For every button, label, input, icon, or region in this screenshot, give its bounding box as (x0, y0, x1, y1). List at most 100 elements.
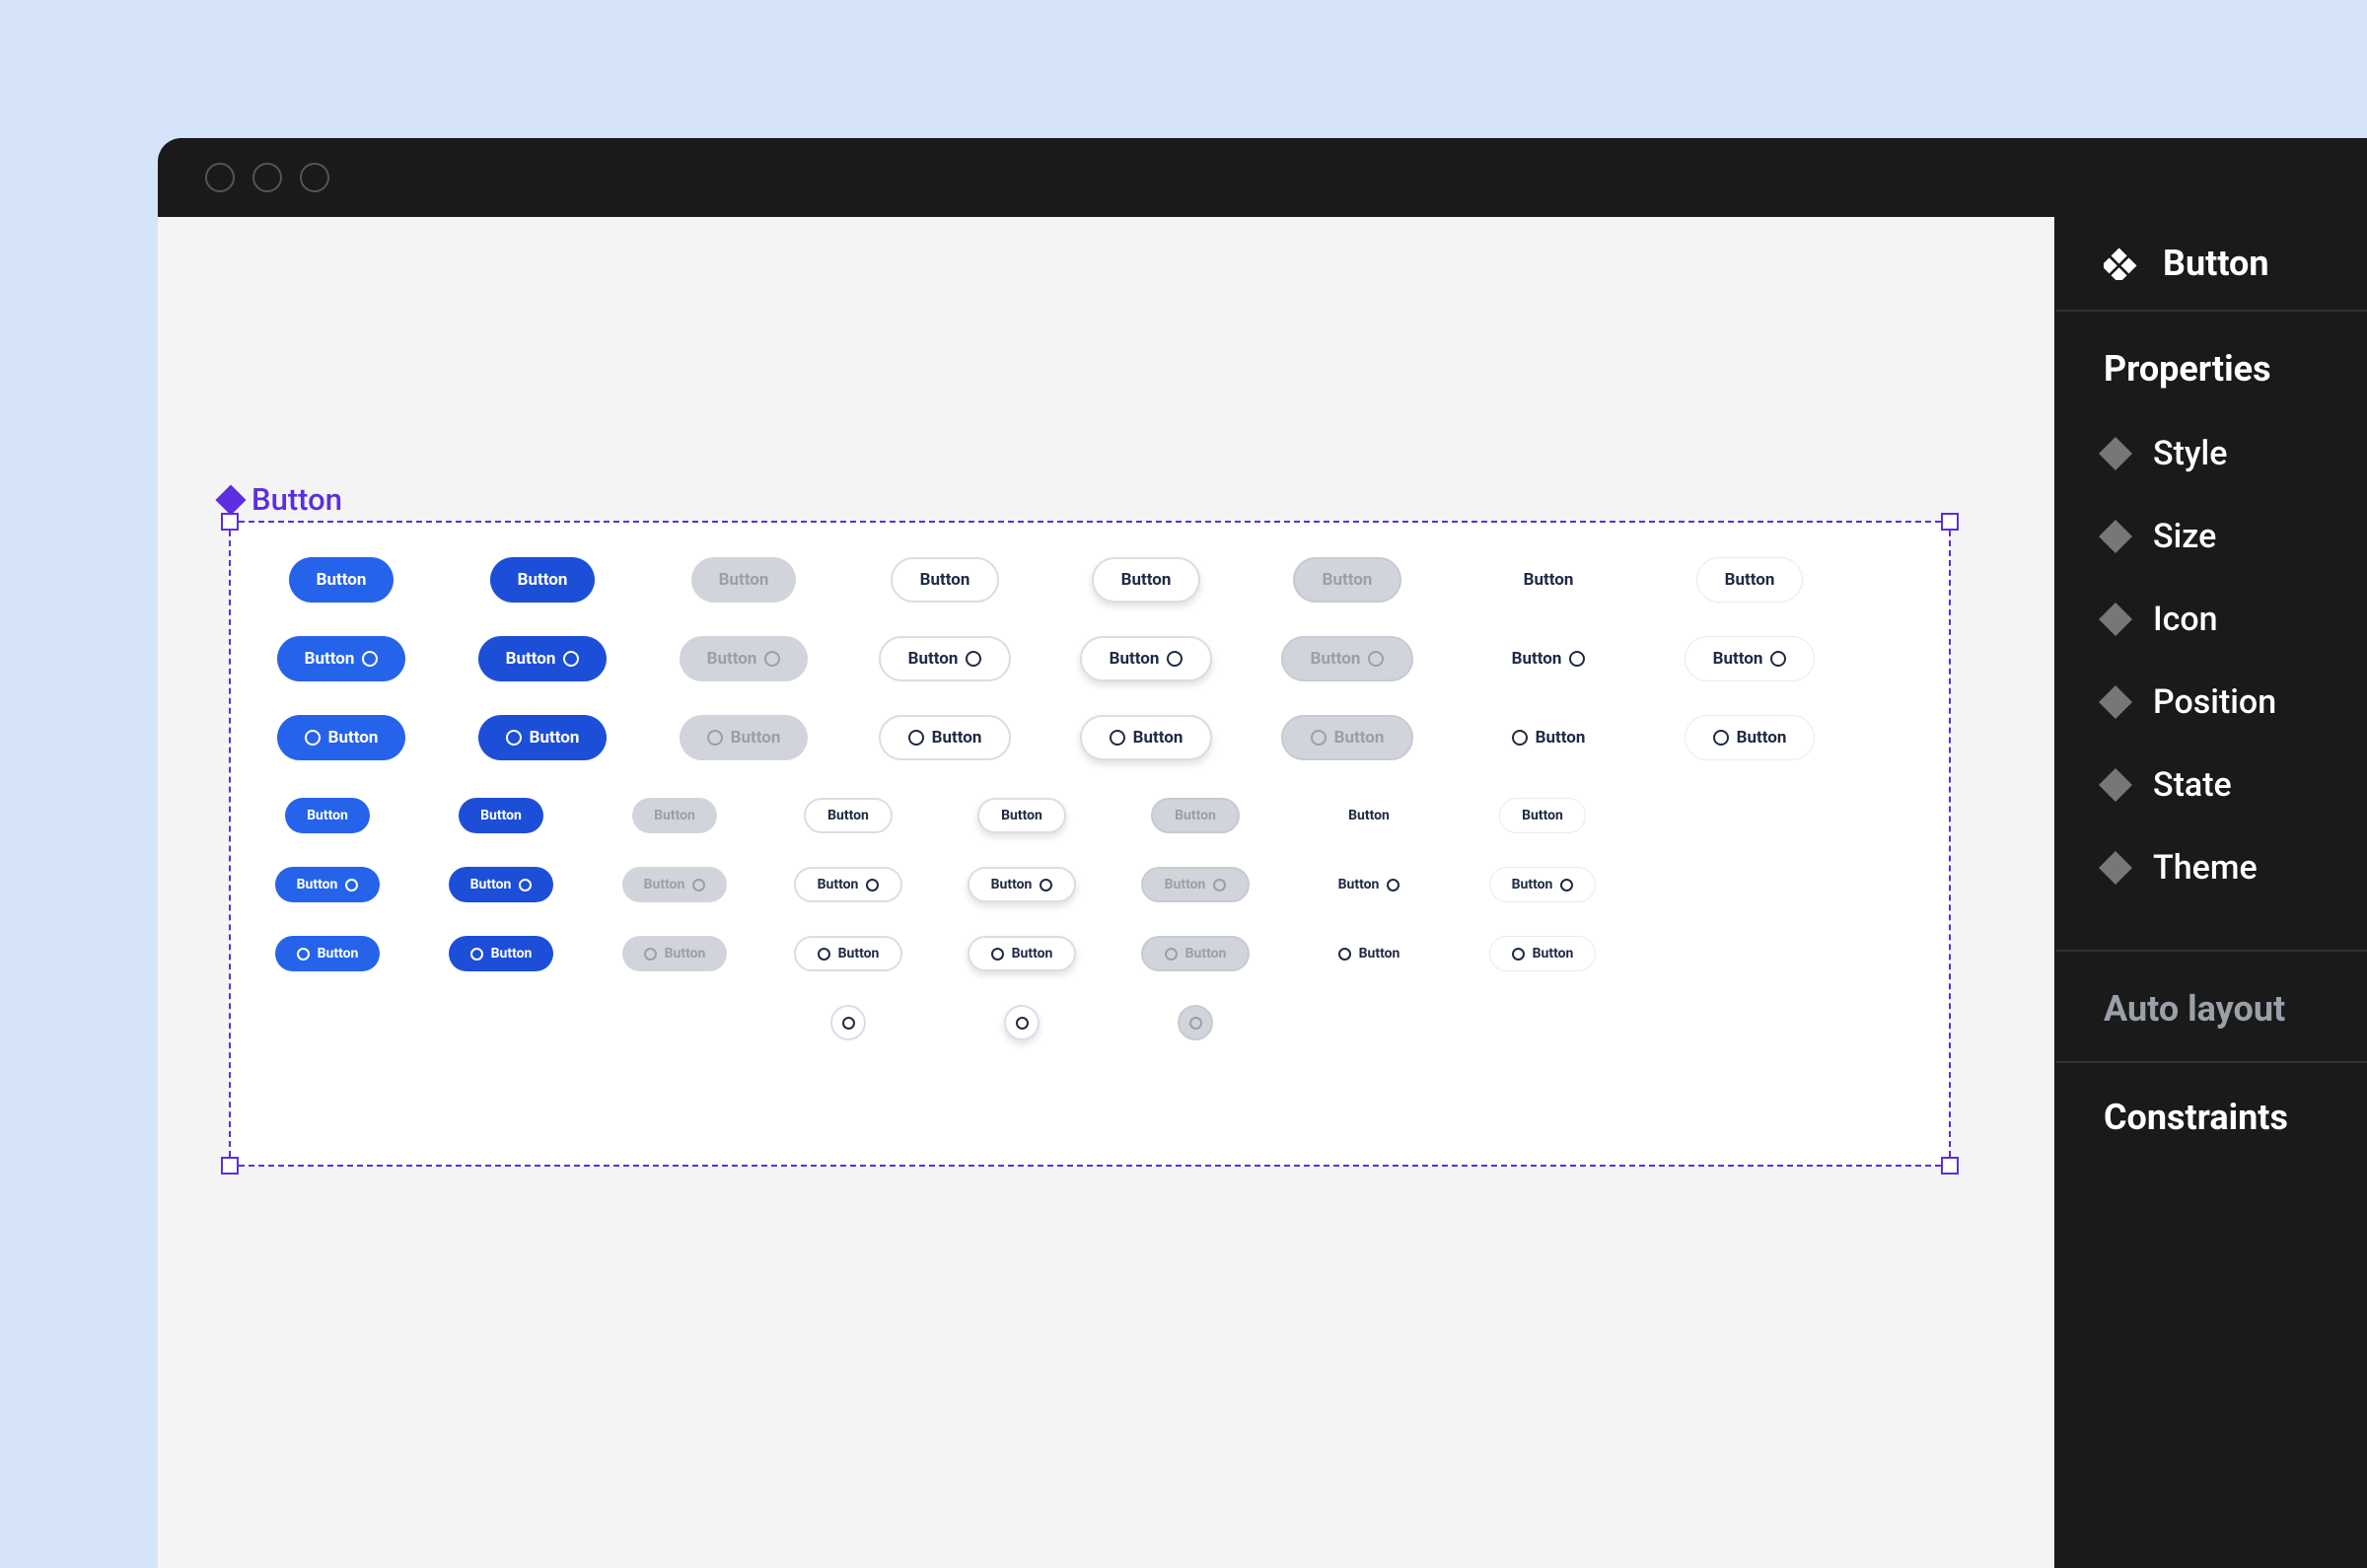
variant-button[interactable]: Button (478, 636, 608, 681)
button-label: Button (818, 877, 859, 892)
placeholder-icon (1770, 651, 1786, 667)
button-label: Button (1725, 570, 1775, 590)
variant-button[interactable]: Button (1141, 936, 1251, 971)
placeholder-icon (1713, 730, 1729, 746)
variant-button[interactable]: Button (968, 867, 1077, 902)
placeholder-icon (345, 879, 358, 891)
variant-button[interactable]: Button (804, 798, 893, 833)
variant-button[interactable]: Button (680, 636, 809, 681)
variant-button[interactable]: Button (1080, 715, 1213, 760)
variant-button[interactable]: Button (977, 798, 1066, 833)
window-minimize-button[interactable] (252, 163, 282, 192)
variant-button[interactable]: Button (289, 557, 394, 603)
variant-button[interactable]: Button (1281, 715, 1414, 760)
variant-button[interactable]: Button (1293, 557, 1402, 603)
button-label: Button (518, 570, 568, 590)
button-label: Button (491, 946, 533, 962)
variant-button[interactable] (1004, 1005, 1040, 1040)
variant-button[interactable]: Button (277, 715, 406, 760)
button-label: Button (920, 570, 970, 590)
variant-icon (2099, 603, 2132, 636)
selection-frame[interactable]: Button Button Button Button Button Button Butt… (229, 521, 1951, 1167)
window-close-button[interactable] (205, 163, 235, 192)
auto-layout-section-header: Auto layout + (2056, 952, 2367, 1049)
variant-button[interactable]: Button (1484, 636, 1614, 681)
button-label: Button (1512, 877, 1553, 892)
placeholder-icon (1338, 948, 1351, 961)
variant-button[interactable]: Button (1327, 798, 1411, 833)
selection-handle-top-right[interactable] (1941, 513, 1959, 531)
variant-button[interactable]: Button (449, 936, 554, 971)
placeholder-icon (297, 948, 310, 961)
variant-button[interactable]: Button (680, 715, 809, 760)
variant-button[interactable]: Button (1317, 867, 1422, 902)
placeholder-icon (966, 651, 981, 667)
variant-button[interactable] (830, 1005, 866, 1040)
placeholder-icon (1213, 879, 1226, 891)
placeholder-icon (991, 948, 1004, 961)
variant-button[interactable]: Button (891, 557, 1000, 603)
variant-button[interactable]: Button (691, 557, 797, 603)
variant-button[interactable]: Button (1317, 936, 1422, 971)
button-label: Button (644, 877, 685, 892)
property-row[interactable]: StateDisabled, Restin... (2104, 745, 2367, 825)
property-row[interactable]: SizeMedium, Small (2104, 496, 2367, 577)
placeholder-icon (1165, 948, 1178, 961)
variant-button[interactable]: Button (879, 636, 1012, 681)
property-row[interactable]: StylePrimary, second... (2104, 413, 2367, 494)
variant-button[interactable]: Button (275, 936, 381, 971)
variant-button[interactable]: Button (794, 867, 903, 902)
variant-button[interactable]: Button (1092, 557, 1201, 603)
selection-handle-bottom-right[interactable] (1941, 1157, 1959, 1175)
variant-button[interactable]: Button (285, 798, 370, 833)
variant-button[interactable] (1178, 1005, 1213, 1040)
placeholder-icon (1110, 730, 1125, 746)
variant-button[interactable]: Button (622, 867, 728, 902)
selection-handle-top-left[interactable] (221, 513, 239, 531)
variant-button[interactable]: Button (1685, 636, 1816, 681)
variant-button[interactable]: Button (794, 936, 903, 971)
variant-button[interactable]: Button (275, 867, 381, 902)
variant-button[interactable]: Button (1151, 798, 1240, 833)
placeholder-icon (1560, 879, 1573, 891)
variant-button[interactable]: Button (449, 867, 554, 902)
selection-handle-bottom-left[interactable] (221, 1157, 239, 1175)
variant-button[interactable]: Button (490, 557, 596, 603)
button-label: Button (317, 570, 367, 590)
button-label: Button (307, 808, 348, 823)
button-label: Button (707, 649, 757, 669)
variant-button[interactable]: Button (1489, 936, 1597, 971)
canvas[interactable]: Button ButtonButtonButtonButtonButtonBut… (158, 217, 2054, 1568)
variant-button[interactable]: Button (1696, 557, 1804, 603)
variant-button[interactable]: Button (632, 798, 717, 833)
button-label: Button (1713, 649, 1763, 669)
button-label: Button (932, 728, 982, 748)
variant-button[interactable]: Button (277, 636, 406, 681)
variant-button[interactable]: Button (1496, 557, 1602, 603)
variant-button[interactable]: Button (1141, 867, 1251, 902)
button-label: Button (1536, 728, 1586, 748)
variant-button[interactable]: Button (1281, 636, 1414, 681)
property-row[interactable]: PositionOff, Right, Left, I... (2104, 662, 2367, 743)
variant-button[interactable]: Button (879, 715, 1012, 760)
variant-button[interactable]: Button (478, 715, 608, 760)
variant-button[interactable]: Button (622, 936, 728, 971)
variant-button[interactable]: Button (968, 936, 1077, 971)
panel-header: Button (2056, 217, 2367, 312)
placeholder-icon (506, 730, 522, 746)
variant-button[interactable]: Button (1489, 867, 1597, 902)
property-name: Position (2153, 682, 2367, 722)
panel-title: Button (2163, 243, 2367, 284)
property-row[interactable]: ThemeOff (2104, 827, 2367, 908)
button-label: Button (1359, 946, 1400, 962)
variant-button[interactable]: Button (1685, 715, 1816, 760)
variant-button[interactable]: Button (459, 798, 543, 833)
placeholder-icon (1016, 1017, 1029, 1030)
property-row[interactable]: IconOff, On (2104, 579, 2367, 660)
window-zoom-button[interactable] (300, 163, 329, 192)
placeholder-icon (470, 948, 483, 961)
variant-button[interactable]: Button (1484, 715, 1614, 760)
button-label: Button (827, 808, 869, 823)
variant-button[interactable]: Button (1499, 798, 1586, 833)
variant-button[interactable]: Button (1080, 636, 1213, 681)
